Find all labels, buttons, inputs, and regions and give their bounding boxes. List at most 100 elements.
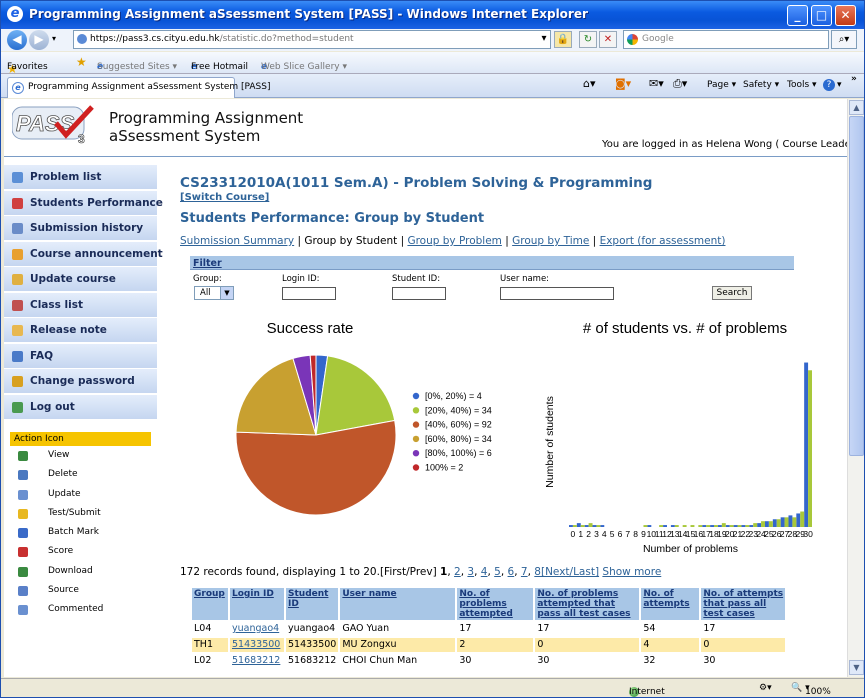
tools-menu[interactable]: Tools ▾: [787, 80, 817, 90]
header-divider: [4, 156, 847, 157]
login-id-label: Login ID:: [282, 274, 320, 284]
bar: [702, 525, 707, 527]
protected-mode-icon[interactable]: ⚙▾: [759, 683, 772, 693]
bar: [796, 513, 801, 527]
sidebar-item-submission-history[interactable]: Submission history: [4, 216, 157, 241]
bar: [569, 525, 573, 527]
action-commented: Commented: [10, 600, 151, 619]
page-link[interactable]: 2: [454, 566, 461, 578]
stop-icon[interactable]: ✕: [599, 31, 617, 48]
legend-label: [60%, 80%) = 34: [425, 434, 492, 444]
login-id-link[interactable]: yuangao4: [232, 623, 279, 634]
page-link[interactable]: 8: [534, 566, 541, 578]
legend-label: [40%, 60%) = 92: [425, 420, 492, 430]
col-attempts[interactable]: No. of attempts: [641, 588, 700, 620]
cell-student-id: 51683212: [288, 655, 337, 666]
tab-pass[interactable]: e Programming Assignment aSsessment Syste…: [7, 77, 270, 98]
legend-label: [80%, 100%) = 6: [425, 448, 492, 458]
scroll-down-icon[interactable]: ▼: [849, 660, 864, 675]
group-select-value: All: [200, 288, 211, 298]
minimize-button[interactable]: _: [787, 5, 808, 26]
page-link[interactable]: 6: [508, 566, 515, 578]
refresh-icon[interactable]: ↻: [579, 31, 597, 48]
login-id-link[interactable]: 51433500: [232, 639, 280, 650]
filter-title[interactable]: Filter: [190, 258, 222, 269]
maximize-button[interactable]: □: [811, 5, 832, 26]
bar: [706, 525, 711, 527]
user-name-input[interactable]: [500, 287, 614, 300]
bar: [572, 525, 577, 527]
col-user-name[interactable]: User name: [340, 588, 456, 620]
sidebar-item-students-performance[interactable]: Students Performance: [4, 190, 163, 216]
more-commands-icon[interactable]: »: [851, 74, 857, 84]
action-update: Update: [10, 485, 151, 504]
history-dropdown-icon[interactable]: ▾: [52, 34, 56, 43]
col-attempts-passed[interactable]: No. of attempts that pass all test cases: [701, 588, 786, 620]
login-id-link[interactable]: 51683212: [232, 655, 280, 666]
submission-summary-link[interactable]: Submission Summary: [180, 235, 294, 247]
bar: [580, 525, 585, 527]
group-select[interactable]: All ▼: [194, 286, 234, 300]
page-link[interactable]: 5: [494, 566, 501, 578]
page-link[interactable]: 4: [481, 566, 488, 578]
search-input[interactable]: Google: [623, 30, 829, 49]
sidebar-item-release-note[interactable]: Release note: [4, 318, 157, 343]
course-title: CS23312010A(1011 Sem.A) - Problem Solvin…: [180, 175, 653, 191]
sidebar-item-change-password[interactable]: Change password: [4, 369, 157, 394]
col-problems-passed[interactable]: No. of problems attempted that pass all …: [535, 588, 640, 620]
col-student-id[interactable]: Student ID: [286, 588, 339, 620]
add-favorite-icon[interactable]: ★: [76, 55, 87, 69]
search-button[interactable]: Search: [712, 286, 752, 300]
export-link[interactable]: Export (for assessment): [600, 235, 726, 247]
safety-menu[interactable]: Safety ▾: [743, 80, 779, 90]
page-link[interactable]: 3: [467, 566, 474, 578]
login-id-input[interactable]: [282, 287, 336, 300]
zoom-control[interactable]: 🔍 100% ▾: [791, 683, 831, 697]
show-more-link[interactable]: Show more: [602, 566, 661, 578]
bar: [690, 525, 695, 527]
col-login-id[interactable]: Login ID: [230, 588, 284, 620]
url-field[interactable]: https://pass3.cs.cityu.edu.hk/statistic.…: [73, 30, 551, 49]
sidebar-item-label: Log out: [30, 400, 75, 413]
col-problems-attempted[interactable]: No. of problems attempted: [457, 588, 534, 620]
url-path: /statistic.do?method=student: [219, 34, 354, 44]
group-by-problem-link[interactable]: Group by Problem: [407, 235, 501, 247]
group-by-time-link[interactable]: Group by Time: [512, 235, 589, 247]
student-id-input[interactable]: [392, 287, 446, 300]
lock-icon[interactable]: 🔒: [554, 31, 572, 48]
x-tick-label: 5: [610, 529, 615, 539]
feeds-icon[interactable]: ◙▾: [615, 77, 631, 90]
scroll-thumb[interactable]: [849, 116, 864, 456]
logged-in-status: You are logged in as Helena Wong ( Cours…: [602, 139, 847, 150]
switch-course-link[interactable]: [Switch Course]: [180, 192, 269, 203]
url-dropdown-icon[interactable]: ▾: [535, 31, 553, 48]
sidebar-item-course-announcement[interactable]: Course announcement: [4, 241, 163, 267]
print-icon[interactable]: ⎙▾: [673, 77, 687, 91]
forward-icon[interactable]: ▶: [29, 30, 49, 50]
cell-problems-attempted: 17: [459, 623, 472, 634]
home-icon[interactable]: ⌂▾: [583, 77, 596, 90]
cell-student-id: yuangao4: [288, 623, 336, 634]
back-icon[interactable]: ◀: [7, 30, 27, 50]
sidebar-item-class-list[interactable]: Class list: [4, 292, 157, 318]
search-icon[interactable]: ⌕▾: [831, 30, 857, 49]
next-last-link[interactable]: [Next/Last]: [541, 566, 599, 578]
sidebar-item-problem-list[interactable]: Problem list: [4, 165, 157, 190]
col-group[interactable]: Group: [192, 588, 228, 620]
page-menu[interactable]: Page ▾: [707, 80, 736, 90]
help-dropdown-icon[interactable]: ▾: [837, 80, 842, 90]
sidebar-item-update-course[interactable]: Update course: [4, 267, 157, 292]
bar: [800, 511, 805, 527]
scroll-up-icon[interactable]: ▲: [849, 100, 864, 115]
bar: [733, 525, 738, 527]
help-icon[interactable]: ?: [823, 79, 835, 91]
sidebar: Problem list Students Performance Submis…: [4, 165, 163, 420]
sidebar-item-log-out[interactable]: Log out: [4, 394, 157, 420]
sidebar-item-faq[interactable]: FAQ: [4, 343, 157, 369]
vertical-scrollbar[interactable]: ▲ ▼: [847, 99, 864, 677]
page-link[interactable]: 7: [521, 566, 528, 578]
close-button[interactable]: ✕: [835, 5, 856, 26]
title-bar: e Programming Assignment aSsessment Syst…: [1, 1, 864, 29]
address-bar: ◀ ▶ ▾ https://pass3.cs.cityu.edu.hk/stat…: [1, 29, 864, 51]
mail-icon[interactable]: ✉▾: [649, 77, 664, 90]
